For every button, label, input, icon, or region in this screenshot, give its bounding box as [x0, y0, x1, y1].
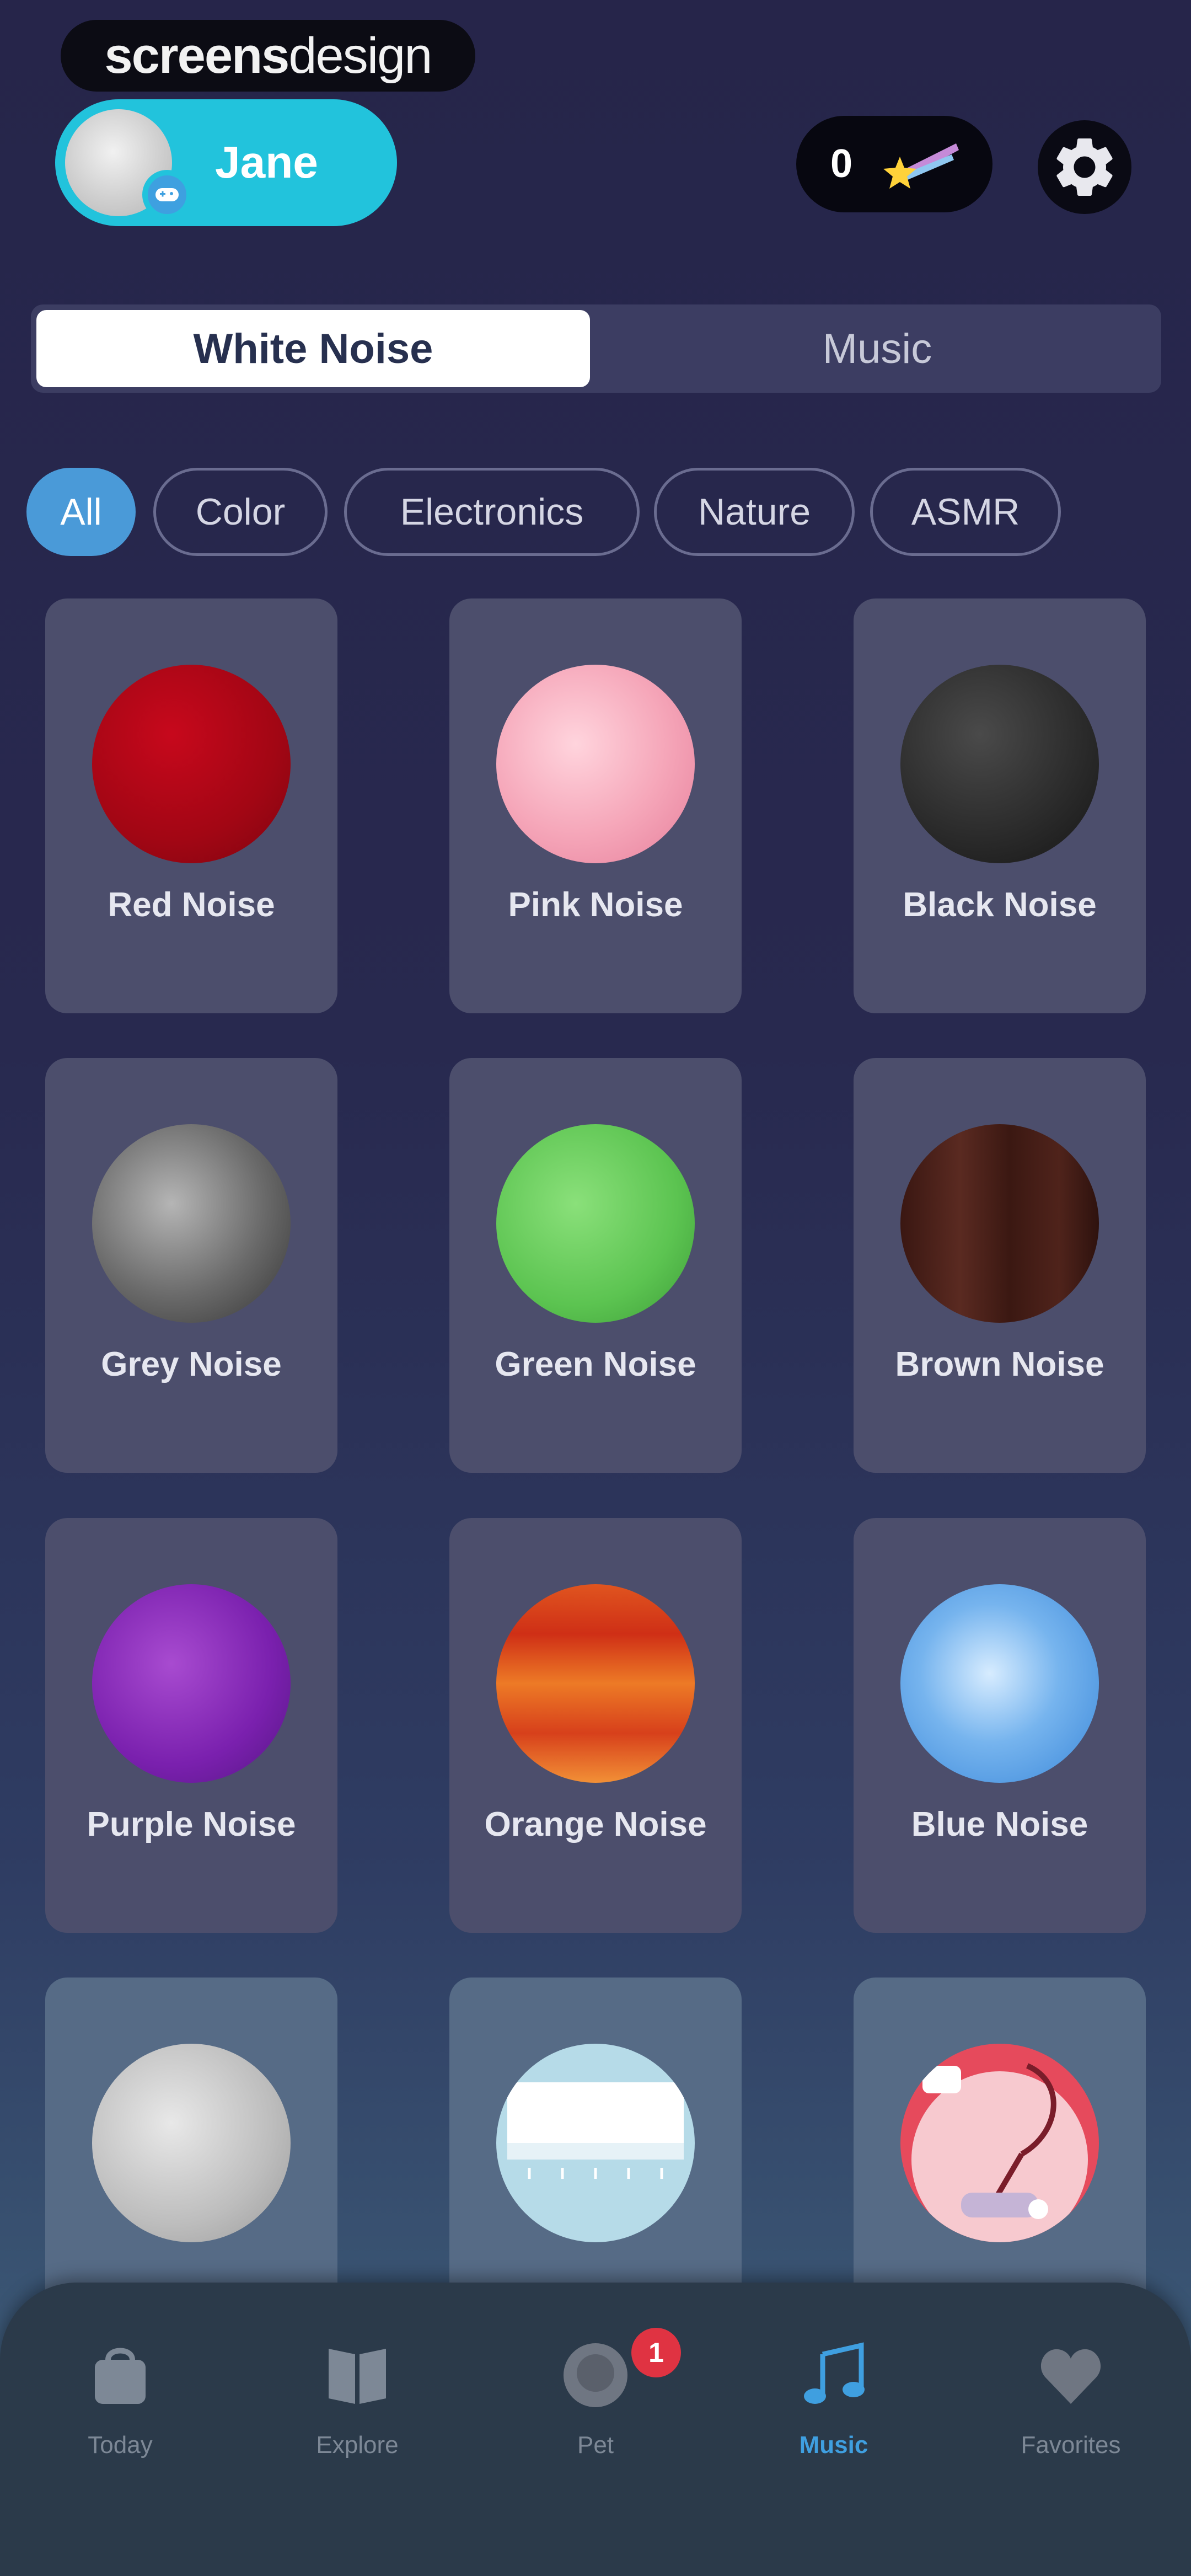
filter-chip-color[interactable]: Color	[153, 468, 328, 556]
profile-name: Jane	[215, 137, 318, 188]
pet-icon	[562, 2338, 629, 2409]
sound-card-purple-noise[interactable]: Purple Noise	[45, 1518, 337, 1933]
nav-tab-label: Explore	[316, 2431, 399, 2459]
purple-noise-artwork	[92, 1584, 291, 1783]
shooting-star-icon	[879, 138, 962, 190]
pet-notification-badge: 1	[631, 2328, 681, 2377]
pink-noise-artwork	[496, 665, 695, 863]
sound-card-label: Purple Noise	[87, 1805, 296, 1843]
sound-card-pink-noise[interactable]: Pink Noise	[449, 598, 742, 1013]
sound-card-blue-noise[interactable]: Blue Noise	[854, 1518, 1146, 1933]
filter-chip-nature[interactable]: Nature	[654, 468, 855, 556]
sound-card-red-noise[interactable]: Red Noise	[45, 598, 337, 1013]
sound-card-green-noise[interactable]: Green Noise	[449, 1058, 742, 1473]
fan-artwork	[496, 2044, 695, 2242]
nav-tab-label: Today	[88, 2431, 153, 2459]
nav-tab-music[interactable]: Music	[751, 2283, 916, 2514]
filter-chip-asmr[interactable]: ASMR	[870, 468, 1061, 556]
tab-white-noise[interactable]: White Noise	[36, 310, 590, 387]
profile-button[interactable]: Jane	[55, 99, 397, 226]
music-note-icon	[801, 2338, 867, 2409]
black-noise-artwork	[900, 665, 1099, 863]
coin-balance-button[interactable]: 0	[796, 116, 993, 212]
orange-noise-artwork	[496, 1584, 695, 1783]
nav-tab-favorites[interactable]: Favorites	[988, 2283, 1154, 2514]
bottom-navigation: Today Explore Pet Music Favorites	[0, 2283, 1191, 2576]
nav-tab-explore[interactable]: Explore	[275, 2283, 440, 2514]
game-controller-icon	[142, 170, 192, 220]
filter-chip-electronics[interactable]: Electronics	[344, 468, 640, 556]
brown-noise-artwork	[900, 1124, 1099, 1323]
sound-card-orange-noise[interactable]: Orange Noise	[449, 1518, 742, 1933]
vacuum-artwork	[900, 2044, 1099, 2242]
tab-music[interactable]: Music	[599, 310, 1156, 387]
book-icon	[324, 2338, 390, 2409]
sound-card-label: Brown Noise	[895, 1345, 1104, 1383]
settings-button[interactable]	[1038, 120, 1131, 214]
nav-tab-label: Pet	[577, 2431, 614, 2459]
sound-card-grey-noise[interactable]: Grey Noise	[45, 1058, 337, 1473]
bag-icon	[87, 2338, 153, 2409]
category-segmented-control: White Noise Music	[31, 304, 1161, 393]
watermark-bold: screens	[104, 27, 290, 84]
filter-chip-all[interactable]: All	[26, 468, 136, 556]
sound-card-label: Blue Noise	[911, 1805, 1088, 1843]
nav-tab-label: Music	[799, 2431, 868, 2459]
sound-card-label: Grey Noise	[101, 1345, 282, 1383]
blue-noise-artwork	[900, 1584, 1099, 1783]
sound-card-label: Green Noise	[495, 1345, 696, 1383]
screensdesign-watermark: screens design	[61, 20, 475, 92]
sound-card-label: Red Noise	[108, 886, 275, 924]
sound-card-label: Pink Noise	[508, 886, 683, 924]
sound-card-label: Orange Noise	[484, 1805, 707, 1843]
green-noise-artwork	[496, 1124, 695, 1323]
silver-noise-artwork	[92, 2044, 291, 2242]
red-noise-artwork	[92, 665, 291, 863]
sound-card-brown-noise[interactable]: Brown Noise	[854, 1058, 1146, 1473]
gear-icon	[1056, 138, 1113, 196]
nav-tab-label: Favorites	[1021, 2431, 1121, 2459]
sound-card-black-noise[interactable]: Black Noise	[854, 598, 1146, 1013]
watermark-light: design	[288, 27, 432, 84]
grey-noise-artwork	[92, 1124, 291, 1323]
sound-card-label: Black Noise	[903, 886, 1097, 924]
nav-tab-today[interactable]: Today	[37, 2283, 203, 2514]
nav-tab-pet[interactable]: Pet	[513, 2283, 678, 2514]
heart-icon	[1038, 2338, 1104, 2409]
coin-count: 0	[830, 142, 853, 186]
